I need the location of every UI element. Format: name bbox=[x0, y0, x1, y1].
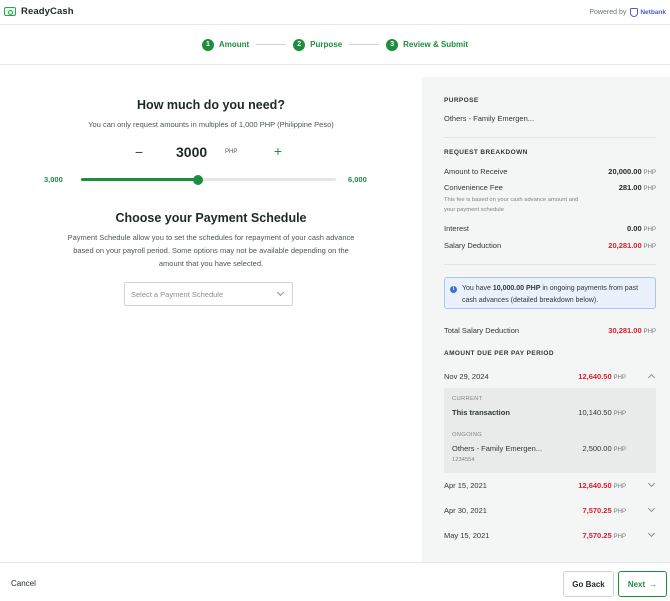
amount-to-receive-label: Amount to Receive bbox=[444, 167, 508, 176]
period-amount: 12,640.50 PHP bbox=[578, 372, 626, 381]
slider-handle[interactable] bbox=[193, 174, 204, 185]
ongoing-payments-alert: i You have 10,000.00 PHP in ongoing paym… bbox=[444, 277, 656, 309]
amount-value: 3000 bbox=[176, 144, 208, 160]
period-amount: 7,570.25 PHP bbox=[582, 506, 626, 515]
salary-deduction-value: 20,281.00 PHP bbox=[608, 241, 656, 250]
go-back-label: Go Back bbox=[572, 579, 605, 589]
pay-period-row[interactable]: May 15, 2021 7,570.25 PHP bbox=[444, 529, 656, 543]
chevron-up-icon[interactable] bbox=[647, 373, 656, 382]
current-label: CURRENT bbox=[452, 396, 483, 402]
slider-max-label: 6,000 bbox=[348, 175, 367, 184]
current-amount: 10,140.50 PHP bbox=[578, 408, 626, 417]
amount-heading: How much do you need? bbox=[137, 98, 285, 112]
next-label: Next bbox=[627, 579, 646, 589]
pay-period-row[interactable]: Apr 30, 2021 7,570.25 PHP bbox=[444, 504, 656, 518]
chevron-down-icon[interactable] bbox=[647, 479, 656, 488]
arrow-right-icon: → bbox=[649, 579, 658, 589]
amount-due-title: AMOUNT DUE PER PAY PERIOD bbox=[444, 350, 554, 357]
convenience-fee-label: Convenience Fee bbox=[444, 183, 503, 192]
partner-name: Netbank bbox=[640, 9, 666, 16]
payment-schedule-select[interactable]: Select a Payment Schedule bbox=[124, 282, 293, 306]
schedule-heading: Choose your Payment Schedule bbox=[115, 211, 307, 225]
amount-currency: PHP bbox=[225, 149, 238, 155]
step-number: 1 bbox=[201, 38, 214, 51]
increase-button[interactable]: + bbox=[272, 143, 284, 159]
convenience-fee-note: This fee is based on your cash advance a… bbox=[444, 197, 579, 213]
interest-label: Interest bbox=[444, 224, 470, 233]
decrease-button[interactable]: − bbox=[133, 144, 145, 160]
shield-icon bbox=[630, 8, 639, 17]
cash-icon bbox=[4, 7, 16, 16]
step-label: Amount bbox=[218, 40, 250, 49]
partner-logo: Netbank bbox=[630, 8, 666, 17]
amount-stepper: − 3000 PHP + bbox=[0, 143, 422, 163]
purpose-title: PURPOSE bbox=[444, 97, 479, 104]
pay-period-row[interactable]: Apr 15, 2021 12,640.50 PHP bbox=[444, 479, 656, 493]
total-deduction-label: Total Salary Deduction bbox=[444, 326, 520, 335]
total-deduction-value: 30,281.00 PHP bbox=[608, 326, 656, 335]
step-number: 2 bbox=[293, 38, 306, 51]
chevron-down-icon bbox=[276, 288, 285, 297]
progress-stepper: 1 Amount 2 Purpose 3 Review & Submit bbox=[0, 25, 670, 65]
powered-by: Powered by Netbank bbox=[589, 8, 666, 17]
step-connector bbox=[349, 44, 380, 45]
step-purpose: 2 Purpose bbox=[293, 38, 343, 51]
step-label: Purpose bbox=[310, 40, 343, 49]
ongoing-amount: 2,500.00 PHP bbox=[582, 444, 626, 453]
period-date: Apr 15, 2021 bbox=[444, 481, 487, 490]
app-name: ReadyCash bbox=[21, 6, 74, 17]
convenience-fee-value: 281.00 PHP bbox=[618, 183, 656, 192]
ongoing-label: ONGOING bbox=[452, 432, 483, 438]
slider-min-label: 3,000 bbox=[44, 175, 63, 184]
period-date: May 15, 2021 bbox=[444, 531, 490, 540]
amount-subtitle: You can only request amounts in multiple… bbox=[88, 120, 334, 129]
current-name: This transaction bbox=[452, 408, 510, 417]
step-number: 3 bbox=[386, 38, 399, 51]
powered-by-label: Powered by bbox=[589, 9, 627, 16]
period-date: Nov 29, 2024 bbox=[444, 372, 489, 381]
slider-fill bbox=[81, 178, 199, 181]
next-button[interactable]: Next → bbox=[618, 571, 667, 597]
divider bbox=[444, 264, 656, 265]
alert-text: You have 10,000.00 PHP in ongoing paymen… bbox=[462, 285, 639, 304]
go-back-button[interactable]: Go Back bbox=[563, 571, 614, 597]
interest-value: 0.00 PHP bbox=[627, 224, 656, 233]
step-amount: 1 Amount bbox=[201, 38, 250, 51]
footer-bar: Cancel Go Back Next → bbox=[0, 562, 670, 601]
period-breakdown: CURRENT This transaction 10,140.50 PHP ON… bbox=[444, 388, 656, 473]
chevron-down-icon[interactable] bbox=[647, 529, 656, 538]
period-date: Apr 30, 2021 bbox=[444, 506, 487, 515]
app-logo: ReadyCash bbox=[4, 6, 74, 17]
period-amount: 7,570.25 PHP bbox=[582, 531, 626, 540]
summary-panel: PURPOSE Others - Family Emergen... REQUE… bbox=[422, 77, 670, 562]
info-icon: i bbox=[450, 286, 457, 293]
salary-deduction-label: Salary Deduction bbox=[444, 241, 502, 250]
select-placeholder: Select a Payment Schedule bbox=[131, 290, 224, 299]
cancel-link[interactable]: Cancel bbox=[11, 579, 36, 588]
top-bar: ReadyCash Powered by Netbank bbox=[0, 0, 670, 25]
period-amount: 12,640.50 PHP bbox=[578, 481, 626, 490]
step-label: Review & Submit bbox=[403, 40, 469, 49]
amount-form: How much do you need? You can only reque… bbox=[0, 65, 422, 562]
step-review-submit: 3 Review & Submit bbox=[386, 38, 469, 51]
breakdown-title: REQUEST BREAKDOWN bbox=[444, 149, 528, 156]
chevron-down-icon[interactable] bbox=[647, 504, 656, 513]
ongoing-name: Others - Family Emergen... bbox=[452, 444, 543, 453]
amount-to-receive-value: 20,000.00 PHP bbox=[608, 167, 656, 176]
step-connector bbox=[256, 44, 287, 45]
schedule-description: Payment Schedule allow you to set the sc… bbox=[67, 233, 355, 268]
purpose-value: Others - Family Emergen... bbox=[444, 114, 535, 123]
pay-period-row[interactable]: Nov 29, 2024 12,640.50 PHP bbox=[444, 372, 656, 384]
divider bbox=[444, 137, 656, 138]
amount-slider[interactable] bbox=[81, 174, 336, 185]
ongoing-id: 1234554 bbox=[452, 457, 475, 463]
